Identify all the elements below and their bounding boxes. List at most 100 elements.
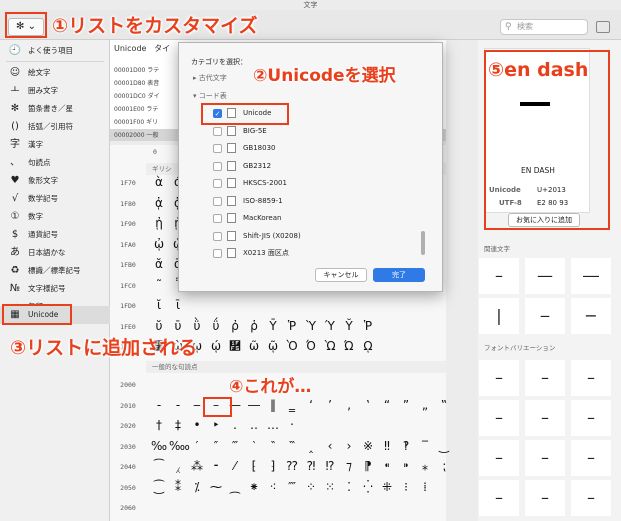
glyph-cell[interactable]: ⁎ bbox=[416, 459, 434, 473]
checkbox[interactable] bbox=[213, 214, 222, 223]
sidebar-item-brackets[interactable]: () 括弧／引用符 bbox=[0, 118, 110, 136]
sidebar-item-favorites[interactable]: 🕘 よく使う項目 bbox=[0, 42, 110, 60]
checkbox[interactable] bbox=[213, 196, 222, 206]
glyph-cell[interactable]: ″ bbox=[207, 439, 225, 453]
glyph-cell[interactable]: ⁄ bbox=[226, 459, 244, 473]
glyph-cell[interactable]: ‣ bbox=[207, 418, 225, 432]
glyph-cell[interactable]: ⁈ bbox=[302, 459, 320, 473]
glyph-cell[interactable]: ῥ bbox=[245, 319, 263, 333]
glyph-cell[interactable]: ‑ bbox=[169, 398, 187, 412]
glyph-cell[interactable]: ᾀ bbox=[150, 196, 168, 210]
glyph-cell[interactable]: ” bbox=[397, 398, 415, 412]
glyph-cell[interactable]: ⁙ bbox=[321, 480, 339, 494]
glyph-cell[interactable]: ⁐ bbox=[150, 480, 168, 494]
font-variant[interactable]: – bbox=[525, 440, 565, 476]
font-variant[interactable]: – bbox=[479, 400, 519, 436]
glyph-cell[interactable]: … bbox=[264, 418, 282, 432]
sidebar-item-enclosed[interactable]: ㅗ囲み文字 bbox=[0, 82, 110, 100]
sidebar-item-math[interactable]: √ 数学記号 bbox=[0, 190, 110, 208]
glyph-cell[interactable]: ‱ bbox=[169, 439, 190, 453]
glyph-cell[interactable]: ‗ bbox=[283, 398, 301, 412]
checkbox[interactable] bbox=[213, 249, 222, 258]
sidebar-item-emoji[interactable]: ☺ 絵文字 bbox=[0, 64, 110, 82]
glyph-cell[interactable]: ⁂ bbox=[188, 459, 206, 473]
glyph-cell[interactable]: ― bbox=[245, 398, 263, 412]
font-variant[interactable]: – bbox=[571, 400, 611, 436]
glyph-cell[interactable]: ‧ bbox=[283, 418, 301, 432]
sidebar-item-currency[interactable]: $ 通貨記号 bbox=[0, 226, 110, 244]
glyph-cell[interactable]: ⁛ bbox=[359, 480, 377, 494]
glyph-cell[interactable]: Ὺ bbox=[302, 319, 320, 333]
related-char[interactable]: – bbox=[479, 258, 519, 294]
checkbox[interactable] bbox=[213, 231, 222, 241]
glyph-cell[interactable]: ‿ bbox=[435, 439, 453, 453]
glyph-cell[interactable]: ὰ bbox=[150, 175, 168, 189]
sidebar-item-punctuation[interactable]: 、句読点 bbox=[0, 154, 110, 172]
glyph-cell[interactable]: ⁓ bbox=[207, 480, 225, 494]
glyph-cell[interactable]: ῴ bbox=[207, 339, 225, 353]
glyph-cell[interactable]: ‛ bbox=[359, 398, 377, 412]
glyph-cell[interactable]: ⁑ bbox=[169, 480, 187, 494]
sidebar-item-signs[interactable]: ♻ 標識／標準記号 bbox=[0, 262, 110, 280]
glyph-cell[interactable]: ⁜ bbox=[378, 480, 396, 494]
glyph-cell[interactable]: ῼ bbox=[359, 339, 377, 353]
sidebar-item-digits[interactable]: ① 数字 bbox=[0, 208, 110, 226]
glyph-cell[interactable]: ⁞ bbox=[416, 480, 434, 494]
related-char[interactable]: — bbox=[525, 258, 565, 294]
glyph-cell[interactable]: Ῠ bbox=[340, 319, 358, 333]
sidebar-item-pictographs[interactable]: ♥ 象形文字 bbox=[0, 172, 110, 190]
sidebar-item-letterlike[interactable]: № 文字様記号 bbox=[0, 280, 110, 298]
glyph-cell[interactable]: ‸ bbox=[302, 439, 320, 453]
glyph-cell[interactable]: ⁕ bbox=[245, 480, 263, 494]
glyph-cell[interactable]: Ὼ bbox=[321, 339, 339, 353]
glyph-cell[interactable]: ‷ bbox=[283, 439, 301, 453]
glyph-cell[interactable]: Ῥ bbox=[359, 319, 377, 333]
glyph-cell[interactable]: Ῥ bbox=[283, 319, 301, 333]
font-variant[interactable]: – bbox=[525, 480, 565, 516]
font-variant[interactable]: – bbox=[525, 400, 565, 436]
glyph-cell[interactable]: ‰ bbox=[150, 439, 168, 453]
glyph-cell[interactable]: ⁅ bbox=[245, 459, 263, 473]
glyph-cell[interactable]: ῢ bbox=[188, 319, 206, 333]
cancel-button[interactable]: キャンセル bbox=[315, 268, 367, 282]
glyph-cell[interactable]: ‐ bbox=[150, 398, 168, 412]
glyph-cell[interactable]: ⁌ bbox=[378, 459, 396, 473]
glyph-cell[interactable]: ‹ bbox=[321, 439, 339, 453]
font-variant[interactable]: – bbox=[479, 480, 519, 516]
glyph-cell[interactable]: ⁆ bbox=[264, 459, 282, 473]
done-button[interactable]: 完了 bbox=[373, 268, 425, 282]
checkbox[interactable] bbox=[213, 126, 222, 136]
glyph-cell[interactable]: ‘ bbox=[302, 398, 320, 412]
glyph-cell[interactable]: ‟ bbox=[435, 398, 453, 412]
glyph-cell[interactable]: ′ bbox=[188, 439, 206, 453]
glyph-cell[interactable]: ῡ bbox=[169, 319, 187, 333]
glyph-cell[interactable]: ⁍ bbox=[397, 459, 415, 473]
glyph-cell[interactable]: ‴ bbox=[226, 439, 244, 453]
glyph-cell[interactable]: ⁊ bbox=[340, 459, 358, 473]
glyph-cell[interactable]: ․ bbox=[226, 418, 244, 432]
related-char[interactable]: | bbox=[479, 298, 519, 334]
font-variant[interactable]: – bbox=[571, 360, 611, 396]
search-field[interactable]: ⚲ 検索 bbox=[500, 19, 588, 35]
font-variant[interactable]: – bbox=[571, 480, 611, 516]
scrollbar[interactable] bbox=[421, 231, 425, 255]
glyph-cell[interactable]: ⁔ bbox=[226, 480, 244, 494]
glyph-cell[interactable]: ‶ bbox=[264, 439, 282, 453]
glyph-cell[interactable]: Ῡ bbox=[264, 319, 282, 333]
glyph-cell[interactable]: ⁁ bbox=[169, 459, 187, 473]
checkbox[interactable] bbox=[213, 161, 222, 171]
group-ancient[interactable]: ▸ 古代文字 bbox=[193, 73, 227, 83]
glyph-cell[interactable]: ⁇ bbox=[283, 459, 301, 473]
font-variant[interactable]: – bbox=[479, 360, 519, 396]
glyph-cell[interactable]: ΰ bbox=[207, 319, 225, 333]
glyph-cell[interactable]: ⁝ bbox=[397, 480, 415, 494]
glyph-cell[interactable]: ⁚ bbox=[340, 480, 358, 494]
glyph-cell[interactable]: ※ bbox=[359, 439, 377, 453]
glyph-cell[interactable]: ‚ bbox=[340, 398, 358, 412]
glyph-cell[interactable]: ῀ bbox=[150, 278, 168, 292]
glyph-cell[interactable]: ‵ bbox=[245, 439, 263, 453]
glyph-cell[interactable]: ῵ bbox=[226, 339, 244, 353]
glyph-cell[interactable]: ῐ bbox=[150, 298, 168, 312]
group-code-tables[interactable]: ▾ コード表 bbox=[193, 91, 227, 101]
glyph-cell[interactable]: ⁒ bbox=[188, 480, 206, 494]
